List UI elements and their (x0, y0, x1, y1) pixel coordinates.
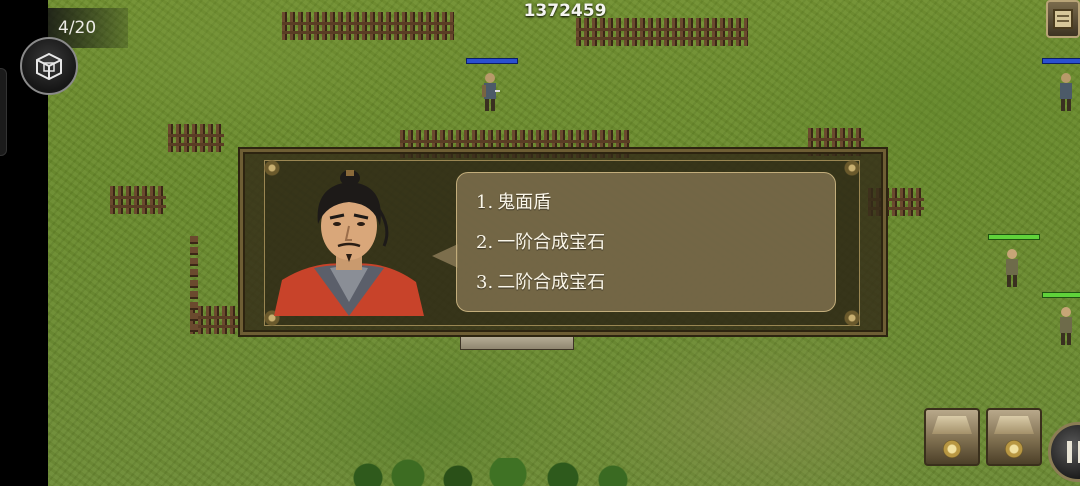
option-label: 一阶合成宝石 (497, 232, 606, 253)
game-screen: 4/20 1372459 1. 鬼面盾 2. 一阶合成宝石 3. 二阶合成宝石 (0, 0, 1080, 486)
health-bar (466, 58, 518, 64)
ally-soldier[interactable] (988, 234, 1040, 292)
fence (110, 186, 166, 214)
scroll-icon (1053, 9, 1073, 29)
health-bar (1042, 292, 1080, 298)
fence-post-column (190, 236, 198, 332)
dialog-option-3[interactable]: 3. 二阶合成宝石 (476, 271, 816, 295)
fence (168, 124, 224, 152)
dialog-option-1[interactable]: 1. 鬼面盾 (476, 191, 816, 215)
score-display: 1372459 (523, 1, 607, 21)
option-label: 鬼面盾 (497, 192, 552, 213)
treasure-chest-button[interactable] (924, 408, 980, 466)
option-number: 3. (476, 272, 494, 293)
option-number: 2. (476, 232, 494, 253)
cube-menu-icon (36, 52, 62, 81)
speech-bubble-tail (432, 244, 458, 268)
menu-button[interactable] (20, 37, 78, 95)
scroll-button[interactable] (1046, 0, 1080, 38)
pause-icon (1067, 441, 1072, 463)
enemy-soldier[interactable] (466, 58, 518, 116)
option-label: 二阶合成宝石 (497, 272, 606, 293)
frame-corner-ornament (842, 308, 862, 328)
enemy-soldier[interactable] (1042, 58, 1080, 116)
treasure-chest-button[interactable] (986, 408, 1042, 466)
edge-swipe-tab[interactable] (0, 68, 7, 156)
bushes (348, 458, 648, 486)
health-bar (988, 234, 1040, 240)
option-number: 1. (476, 192, 494, 213)
fence (282, 12, 454, 40)
dialog-option-2[interactable]: 2. 一阶合成宝石 (476, 231, 816, 255)
frame-corner-ornament (842, 158, 862, 178)
general-portrait (274, 168, 424, 316)
fence (576, 18, 748, 46)
health-bar (1042, 58, 1080, 64)
ally-soldier[interactable] (1042, 292, 1080, 350)
